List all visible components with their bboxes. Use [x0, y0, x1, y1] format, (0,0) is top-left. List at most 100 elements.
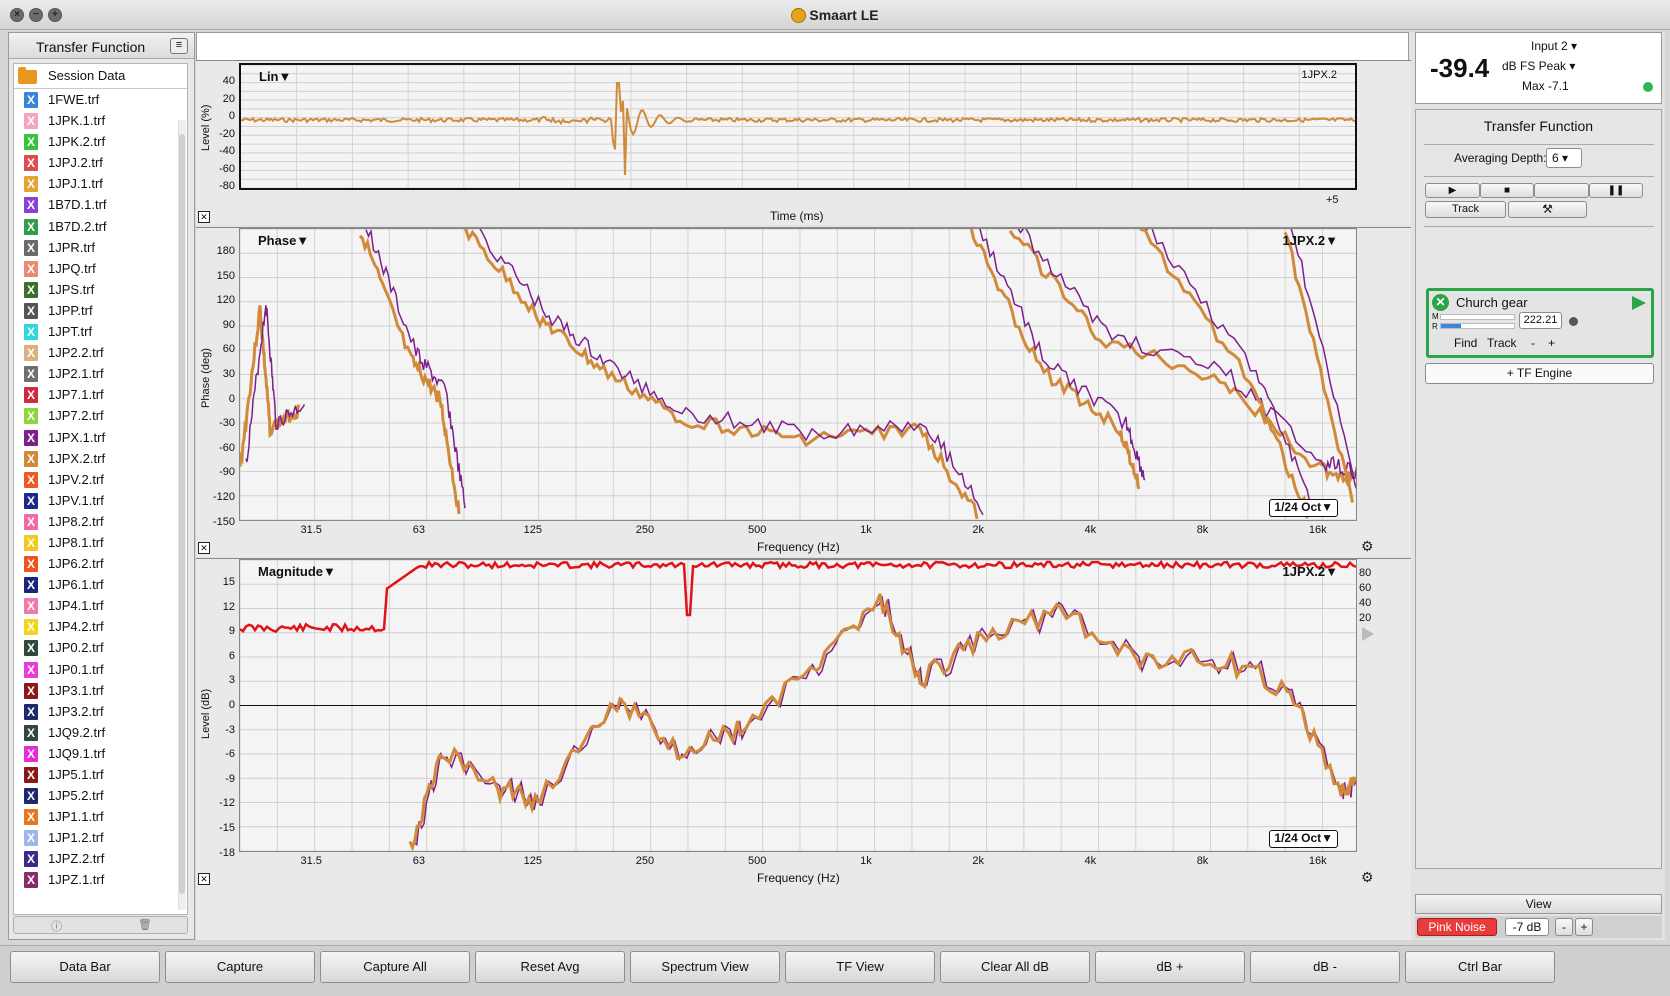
db-button[interactable]: dB + — [1095, 951, 1245, 983]
file-item[interactable]: X 1JPT.trf — [14, 321, 187, 342]
noise-minus-button[interactable]: - — [1555, 918, 1573, 936]
trace-file-icon[interactable]: X — [24, 640, 38, 657]
phase-plot[interactable]: Phase▼ 1JPX.2▼ 1/24 Oct▼ — [239, 228, 1357, 521]
file-item[interactable]: X 1JPK.1.trf — [14, 110, 187, 131]
engine-close-icon[interactable]: ✕ — [1432, 294, 1449, 311]
file-item[interactable]: X 1JP1.1.trf — [14, 806, 187, 827]
capture-all-button[interactable]: Capture All — [320, 951, 470, 983]
file-item[interactable]: X 1JP4.2.trf — [14, 616, 187, 637]
file-item[interactable]: X 1JQ9.2.trf — [14, 722, 187, 743]
delay-field[interactable]: 222.21 — [1519, 312, 1562, 329]
delay-plus-button[interactable]: + — [1548, 336, 1555, 350]
trace-file-icon[interactable]: X — [24, 281, 38, 298]
file-item[interactable]: X 1FWE.trf — [14, 89, 187, 110]
file-item[interactable]: X 1JPX.2.trf — [14, 448, 187, 469]
track-delay-button[interactable]: Track — [1487, 336, 1517, 350]
magnitude-settings-gear-icon[interactable]: ⚙ — [1361, 869, 1374, 886]
trace-file-icon[interactable]: X — [24, 872, 38, 889]
trace-file-icon[interactable]: X — [24, 851, 38, 868]
magnitude-smoothing-dropdown[interactable]: 1/24 Oct▼ — [1269, 830, 1338, 848]
trace-file-icon[interactable]: X — [24, 724, 38, 741]
trace-file-icon[interactable]: X — [24, 387, 38, 404]
phase-trace-dropdown[interactable]: 1JPX.2▼ — [1282, 233, 1338, 248]
file-item[interactable]: X 1JPK.2.trf — [14, 131, 187, 152]
phase-smoothing-dropdown[interactable]: 1/24 Oct▼ — [1269, 499, 1338, 517]
file-item[interactable]: X 1JP3.2.trf — [14, 701, 187, 722]
file-item[interactable]: X 1JPR.trf — [14, 237, 187, 258]
trace-file-icon[interactable]: X — [24, 408, 38, 425]
averaging-select[interactable]: 6 ▾ — [1546, 148, 1582, 168]
trace-file-icon[interactable]: X — [24, 260, 38, 277]
trace-file-icon[interactable]: X — [24, 809, 38, 826]
file-item[interactable]: X 1JP5.2.trf — [14, 785, 187, 806]
file-item[interactable]: X 1JPV.2.trf — [14, 469, 187, 490]
tf-engine-church-gear[interactable]: ✕ Church gear M R 222.21 Find Track - + — [1426, 288, 1654, 358]
data-bar-button[interactable]: Data Bar — [10, 951, 160, 983]
magnitude-close-icon[interactable]: ✕ — [198, 873, 210, 885]
clear-all-db-button[interactable]: Clear All dB — [940, 951, 1090, 983]
db-button[interactable]: dB - — [1250, 951, 1400, 983]
file-item[interactable]: X 1JP0.1.trf — [14, 659, 187, 680]
trace-file-icon[interactable]: X — [24, 830, 38, 847]
trace-file-icon[interactable]: X — [24, 324, 38, 341]
engine-run-icon[interactable] — [1632, 296, 1646, 310]
record-button[interactable] — [1534, 183, 1589, 198]
trace-file-icon[interactable]: X — [24, 745, 38, 762]
noise-plus-button[interactable]: + — [1575, 918, 1593, 936]
trace-file-icon[interactable]: X — [24, 767, 38, 783]
file-item[interactable]: X 1JPX.1.trf — [14, 427, 187, 448]
trace-file-icon[interactable]: X — [24, 218, 38, 235]
trace-file-icon[interactable]: X — [24, 577, 38, 594]
capture-button[interactable]: Capture — [165, 951, 315, 983]
trace-file-icon[interactable]: X — [24, 471, 38, 488]
file-item[interactable]: X 1JP0.2.trf — [14, 637, 187, 658]
trace-file-icon[interactable]: X — [24, 619, 38, 636]
file-item[interactable]: X 1JPZ.2.trf — [14, 848, 187, 869]
trace-file-icon[interactable]: X — [24, 513, 38, 530]
trace-file-icon[interactable]: X — [24, 176, 38, 193]
file-item[interactable]: X 1JPJ.1.trf — [14, 173, 187, 194]
trace-file-icon[interactable]: X — [24, 450, 38, 467]
trace-file-icon[interactable]: X — [24, 598, 38, 615]
trace-file-icon[interactable]: X — [24, 155, 38, 172]
file-list-scroll-thumb[interactable] — [179, 134, 185, 894]
play-button[interactable]: ▶ — [1425, 183, 1480, 198]
magnitude-trace-dropdown[interactable]: 1JPX.2▼ — [1282, 564, 1338, 579]
trace-file-icon[interactable]: X — [24, 788, 38, 805]
session-data-folder[interactable]: Session Data — [14, 64, 187, 89]
file-item[interactable]: X 1B7D.1.trf — [14, 194, 187, 215]
file-item[interactable]: X 1JP6.2.trf — [14, 553, 187, 574]
panel-menu-icon[interactable]: ≡ — [170, 38, 188, 54]
impulse-close-icon[interactable]: ✕ — [198, 211, 210, 223]
ctrl-bar-button[interactable]: Ctrl Bar — [1405, 951, 1555, 983]
delay-minus-button[interactable]: - — [1531, 336, 1535, 350]
trace-file-icon[interactable]: X — [24, 113, 38, 130]
add-tf-engine-button[interactable]: + TF Engine — [1425, 363, 1654, 384]
file-item[interactable]: X 1JP7.1.trf — [14, 384, 187, 405]
trace-file-icon[interactable]: X — [24, 345, 38, 362]
pause-button[interactable]: ❚❚ — [1589, 183, 1643, 198]
trace-file-icon[interactable]: X — [24, 239, 38, 256]
file-item[interactable]: X 1JQ9.1.trf — [14, 743, 187, 764]
trace-file-icon[interactable]: X — [24, 429, 38, 446]
trace-file-icon[interactable]: X — [24, 92, 38, 108]
stop-button[interactable]: ■ — [1480, 183, 1534, 198]
file-item[interactable]: X 1JP8.1.trf — [14, 532, 187, 553]
trace-file-icon[interactable]: X — [24, 302, 38, 319]
magnitude-plot[interactable]: Magnitude▼ 1JPX.2▼ 1/24 Oct▼ — [239, 559, 1357, 852]
trace-file-icon[interactable]: X — [24, 661, 38, 678]
info-icon[interactable]: ⓘ — [51, 918, 62, 934]
view-button[interactable]: View — [1415, 894, 1662, 914]
file-item[interactable]: X 1JP1.2.trf — [14, 827, 187, 848]
magnitude-mode-dropdown[interactable]: Magnitude▼ — [258, 564, 336, 579]
trace-file-icon[interactable]: X — [24, 366, 38, 383]
file-item[interactable]: X 1JPV.1.trf — [14, 490, 187, 511]
file-item[interactable]: X 1JP6.1.trf — [14, 574, 187, 595]
file-item[interactable]: X 1JP7.2.trf — [14, 405, 187, 426]
pink-noise-button[interactable]: Pink Noise — [1417, 918, 1497, 936]
file-item[interactable]: X 1JP8.2.trf — [14, 511, 187, 532]
file-item[interactable]: X 1JP2.2.trf — [14, 342, 187, 363]
phase-mode-dropdown[interactable]: Phase▼ — [258, 233, 309, 248]
tf-view-button[interactable]: TF View — [785, 951, 935, 983]
phase-settings-gear-icon[interactable]: ⚙ — [1361, 538, 1374, 555]
